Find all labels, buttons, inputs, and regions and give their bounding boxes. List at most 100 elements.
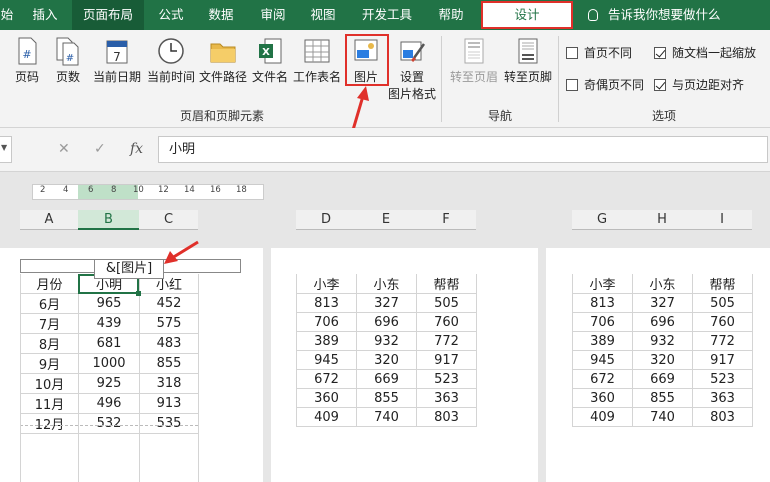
table-cell[interactable]: 965 <box>78 293 140 314</box>
table-header-cell[interactable]: 帮帮 <box>692 274 753 294</box>
align-margins-checkbox[interactable]: 与页边距对齐 <box>654 76 744 93</box>
table-cell[interactable]: 532 <box>78 413 140 434</box>
column-header-g[interactable]: G <box>572 210 632 230</box>
column-header-b[interactable]: B <box>78 210 139 230</box>
table-cell[interactable]: 505 <box>692 293 753 313</box>
column-header-h[interactable]: H <box>632 210 692 230</box>
table-cell[interactable]: 813 <box>572 293 633 313</box>
table-cell[interactable]: 11月 <box>20 393 79 414</box>
table-cell[interactable]: 439 <box>78 313 140 334</box>
scale-with-document-checkbox[interactable]: 随文档一起缩放 <box>654 44 756 61</box>
tab-view[interactable]: 视图 <box>300 0 346 30</box>
tell-me-box[interactable]: 告诉我你想要做什么 <box>588 0 721 30</box>
column-header-f[interactable]: F <box>416 210 476 230</box>
table-cell[interactable]: 706 <box>296 312 357 332</box>
page-count-button[interactable]: # 页数 <box>52 36 84 85</box>
table-cell[interactable]: 7月 <box>20 313 79 334</box>
name-box-dropdown-icon[interactable]: ▼ <box>1 143 7 152</box>
file-name-button[interactable]: X 文件名 <box>250 36 290 85</box>
table-cell[interactable]: 389 <box>296 331 357 351</box>
table-cell[interactable]: 409 <box>296 407 357 427</box>
tab-design[interactable]: 设计 <box>481 1 573 29</box>
table-cell[interactable]: 917 <box>416 350 477 370</box>
table-cell[interactable]: 803 <box>692 407 753 427</box>
table-cell[interactable]: 803 <box>416 407 477 427</box>
table-cell[interactable]: 523 <box>416 369 477 389</box>
table-header-cell[interactable]: 小东 <box>632 274 693 294</box>
table-cell[interactable]: 855 <box>356 388 417 408</box>
sheet-name-button[interactable]: 工作表名 <box>292 36 342 85</box>
table-cell[interactable]: 327 <box>356 293 417 313</box>
table-cell[interactable]: 681 <box>78 333 140 354</box>
table-cell[interactable]: 318 <box>139 373 199 394</box>
table-cell[interactable]: 772 <box>416 331 477 351</box>
table-cell[interactable]: 452 <box>139 293 199 314</box>
table-cell[interactable]: 360 <box>296 388 357 408</box>
table-cell[interactable]: 523 <box>692 369 753 389</box>
table-cell[interactable]: 932 <box>632 331 693 351</box>
tab-developer[interactable]: 开发工具 <box>354 0 420 30</box>
table-cell[interactable]: 363 <box>692 388 753 408</box>
tab-page-layout[interactable]: 页面布局 <box>72 0 144 30</box>
column-header-c[interactable]: C <box>139 210 198 230</box>
tab-insert[interactable]: 插入 <box>22 0 68 30</box>
column-header-i[interactable]: I <box>692 210 752 230</box>
table-cell[interactable]: 760 <box>692 312 753 332</box>
table-cell[interactable]: 855 <box>632 388 693 408</box>
table-cell[interactable]: 932 <box>356 331 417 351</box>
table-cell[interactable]: 669 <box>632 369 693 389</box>
header-picture-field[interactable]: &[图片] <box>94 259 164 279</box>
table-cell[interactable]: 12月 <box>20 413 79 434</box>
tab-data[interactable]: 数据 <box>198 0 244 30</box>
table-cell[interactable]: 740 <box>356 407 417 427</box>
column-header-a[interactable]: A <box>20 210 78 230</box>
cancel-entry-icon[interactable]: ✕ <box>58 141 70 157</box>
goto-footer-button[interactable]: 转至页脚 <box>502 36 554 85</box>
table-cell[interactable]: 320 <box>632 350 693 370</box>
table-cell[interactable]: 10月 <box>20 373 79 394</box>
table-cell[interactable]: 320 <box>356 350 417 370</box>
format-picture-button[interactable]: 设置 图片格式 <box>386 36 438 102</box>
tab-formulas[interactable]: 公式 <box>148 0 194 30</box>
table-header-cell[interactable]: 小李 <box>572 274 633 294</box>
tab-home[interactable]: 始 <box>0 0 14 30</box>
table-cell[interactable]: 855 <box>139 353 199 374</box>
table-cell[interactable]: 696 <box>356 312 417 332</box>
table-cell[interactable]: 813 <box>296 293 357 313</box>
current-time-button[interactable]: 当前时间 <box>144 36 198 85</box>
table-header-cell[interactable]: 月份 <box>20 274 79 294</box>
table-cell[interactable]: 505 <box>416 293 477 313</box>
table-cell[interactable]: 6月 <box>20 293 79 314</box>
table-cell[interactable]: 945 <box>296 350 357 370</box>
current-date-button[interactable]: 7 当前日期 <box>90 36 144 85</box>
table-cell[interactable]: 327 <box>632 293 693 313</box>
tab-help[interactable]: 帮助 <box>428 0 474 30</box>
table-cell[interactable]: 925 <box>78 373 140 394</box>
insert-function-icon[interactable]: fx <box>130 141 143 157</box>
table-cell[interactable]: 772 <box>692 331 753 351</box>
table-cell[interactable]: 483 <box>139 333 199 354</box>
table-cell[interactable]: 496 <box>78 393 140 414</box>
table-cell[interactable]: 913 <box>139 393 199 414</box>
tab-review[interactable]: 审阅 <box>250 0 296 30</box>
table-cell[interactable]: 535 <box>139 413 199 434</box>
confirm-entry-icon[interactable]: ✓ <box>94 141 106 157</box>
column-header-e[interactable]: E <box>356 210 416 230</box>
table-cell[interactable]: 706 <box>572 312 633 332</box>
table-cell[interactable]: 917 <box>692 350 753 370</box>
table-header-cell[interactable]: 小东 <box>356 274 417 294</box>
table-cell[interactable]: 672 <box>572 369 633 389</box>
diff-odd-even-checkbox[interactable]: 奇偶页不同 <box>566 76 644 93</box>
table-cell[interactable]: 945 <box>572 350 633 370</box>
table-cell[interactable]: 760 <box>416 312 477 332</box>
column-header-d[interactable]: D <box>296 210 356 230</box>
table-cell[interactable]: 672 <box>296 369 357 389</box>
table-header-cell[interactable]: 小李 <box>296 274 357 294</box>
table-cell[interactable]: 409 <box>572 407 633 427</box>
table-cell[interactable]: 389 <box>572 331 633 351</box>
table-cell[interactable]: 360 <box>572 388 633 408</box>
diff-first-page-checkbox[interactable]: 首页不同 <box>566 44 632 61</box>
formula-input[interactable]: 小明 <box>158 136 768 163</box>
goto-header-button[interactable]: 转至页眉 <box>448 36 500 85</box>
table-cell[interactable]: 740 <box>632 407 693 427</box>
